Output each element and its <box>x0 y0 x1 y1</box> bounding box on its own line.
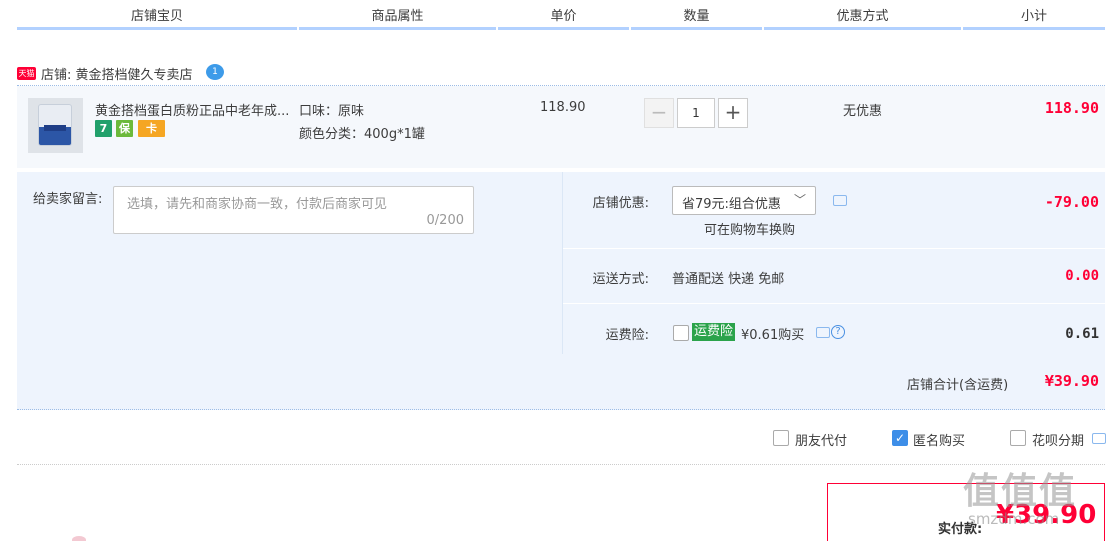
insurance-value: ¥0.61购买 <box>741 328 805 343</box>
shipping-value: 普通配送 快递 免邮 <box>672 272 785 287</box>
credit-card-icon: 卡 <box>138 120 165 137</box>
coupon-amount: -79.00 <box>1044 193 1099 211</box>
coupon-select-value: 省79元:组合优惠 <box>682 197 781 212</box>
order-options-panel: 给卖家留言: 选填，请先和商家协商一致，付款后商家可见 0/200 店铺优惠: … <box>17 172 1105 410</box>
header-col-price: 单价 <box>498 0 629 30</box>
discount-method: 无优惠 <box>843 104 883 119</box>
huabei-label[interactable]: 花呗分期 <box>1032 430 1084 449</box>
anonymous-label[interactable]: 匿名购买 <box>913 430 965 449</box>
qty-input[interactable]: 1 <box>677 98 715 128</box>
memo-char-count: 0/200 <box>426 213 464 228</box>
coupon-note: 可在购物车换购 <box>704 223 796 238</box>
shop-row: 天猫 店铺: 黄金搭档健久专卖店 1 <box>17 60 1105 86</box>
product-thumbnail[interactable] <box>28 98 83 153</box>
header-col-qty: 数量 <box>631 0 762 30</box>
insurance-checkbox[interactable] <box>673 325 689 341</box>
comment-icon[interactable] <box>1092 433 1106 444</box>
shipping-row: 运送方式: 普通配送 快递 免邮 0.00 <box>563 250 1105 304</box>
shipping-label: 运送方式: <box>592 272 649 287</box>
shop-total-amount: ¥39.90 <box>1044 372 1099 390</box>
guarantee-icon: 保 <box>116 120 133 137</box>
insurance-amount: 0.61 <box>1065 326 1099 342</box>
cart-item-row: 黄金搭档蛋白质粉正品中老年成... 7 保 卡 口味：原味 颜色分类：400g*… <box>17 86 1105 168</box>
memo-placeholder: 选填，请先和商家协商一致，付款后商家可见 <box>127 197 388 212</box>
watermark-url: smzdm.com <box>968 510 1060 528</box>
qty-plus-button[interactable]: + <box>718 98 748 128</box>
friend-pay-checkbox[interactable] <box>773 430 789 446</box>
coupon-label: 店铺优惠: <box>592 196 649 211</box>
product-can-image <box>38 104 72 146</box>
comment-icon[interactable] <box>833 195 847 206</box>
qty-minus-button[interactable]: − <box>644 98 674 128</box>
comment-icon[interactable] <box>816 327 830 338</box>
header-col-item: 店铺宝贝 <box>17 0 297 30</box>
shipping-amount: 0.00 <box>1065 268 1099 284</box>
insurance-badge: 运费险 <box>692 323 736 341</box>
shop-total-label: 店铺合计(含运费) <box>907 378 1009 393</box>
item-subtotal: 118.90 <box>1044 99 1099 117</box>
memo-textarea[interactable]: 选填，请先和商家协商一致，付款后商家可见 0/200 <box>113 186 474 234</box>
chat-bubble-icon[interactable]: 1 <box>206 64 224 80</box>
attr-color: 颜色分类：400g*1罐 <box>299 127 425 142</box>
extra-options-row: 朋友代付 ✓ 匿名购买 花呗分期 <box>17 411 1106 465</box>
anonymous-checkbox[interactable]: ✓ <box>892 430 908 446</box>
coupon-select[interactable]: 省79元:组合优惠 ﹀ <box>672 186 816 215</box>
header-col-subtotal: 小计 <box>963 0 1105 30</box>
memo-label: 给卖家留言: <box>33 192 103 207</box>
shop-name-link[interactable]: 店铺: 黄金搭档健久专卖店 <box>41 64 193 83</box>
help-icon[interactable]: ? <box>831 325 845 339</box>
header-col-discount: 优惠方式 <box>764 0 961 30</box>
watermark-logo: 值值值 <box>963 471 1078 512</box>
shop-coupon-row: 店铺优惠: 省79元:组合优惠 ﹀ 可在购物车换购 -79.00 <box>563 172 1105 249</box>
huabei-checkbox[interactable] <box>1010 430 1026 446</box>
decorative-mark <box>72 536 86 541</box>
header-col-attr: 商品属性 <box>299 0 496 30</box>
insurance-label: 运费险: <box>605 328 649 343</box>
insurance-row: 运费险: ¥0.61购买 ? 0.61 <box>563 305 1105 354</box>
unit-price: 118.90 <box>540 100 586 115</box>
friend-pay-label[interactable]: 朋友代付 <box>795 430 847 449</box>
product-title-link[interactable]: 黄金搭档蛋白质粉正品中老年成... <box>95 100 295 119</box>
tmall-icon: 天猫 <box>17 67 36 80</box>
chevron-down-icon: ﹀ <box>793 193 806 207</box>
seven-day-return-icon: 7 <box>95 120 112 137</box>
attr-flavor: 口味：原味 <box>299 104 365 119</box>
